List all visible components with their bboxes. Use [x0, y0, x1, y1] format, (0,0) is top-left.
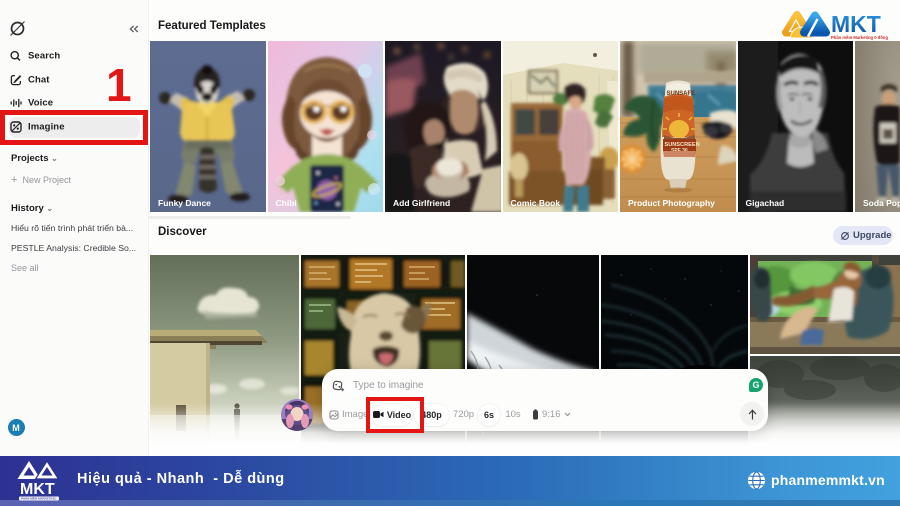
svg-text:MKT: MKT: [20, 481, 55, 498]
svg-text:Phần mềm Marketing 0 đồng: Phần mềm Marketing 0 đồng: [831, 35, 888, 40]
svg-text:SUNSAFE: SUNSAFE: [667, 91, 696, 97]
svg-text:PHẦN MỀM MARKETING: PHẦN MỀM MARKETING: [21, 496, 57, 501]
svg-text:MKT: MKT: [831, 11, 881, 37]
